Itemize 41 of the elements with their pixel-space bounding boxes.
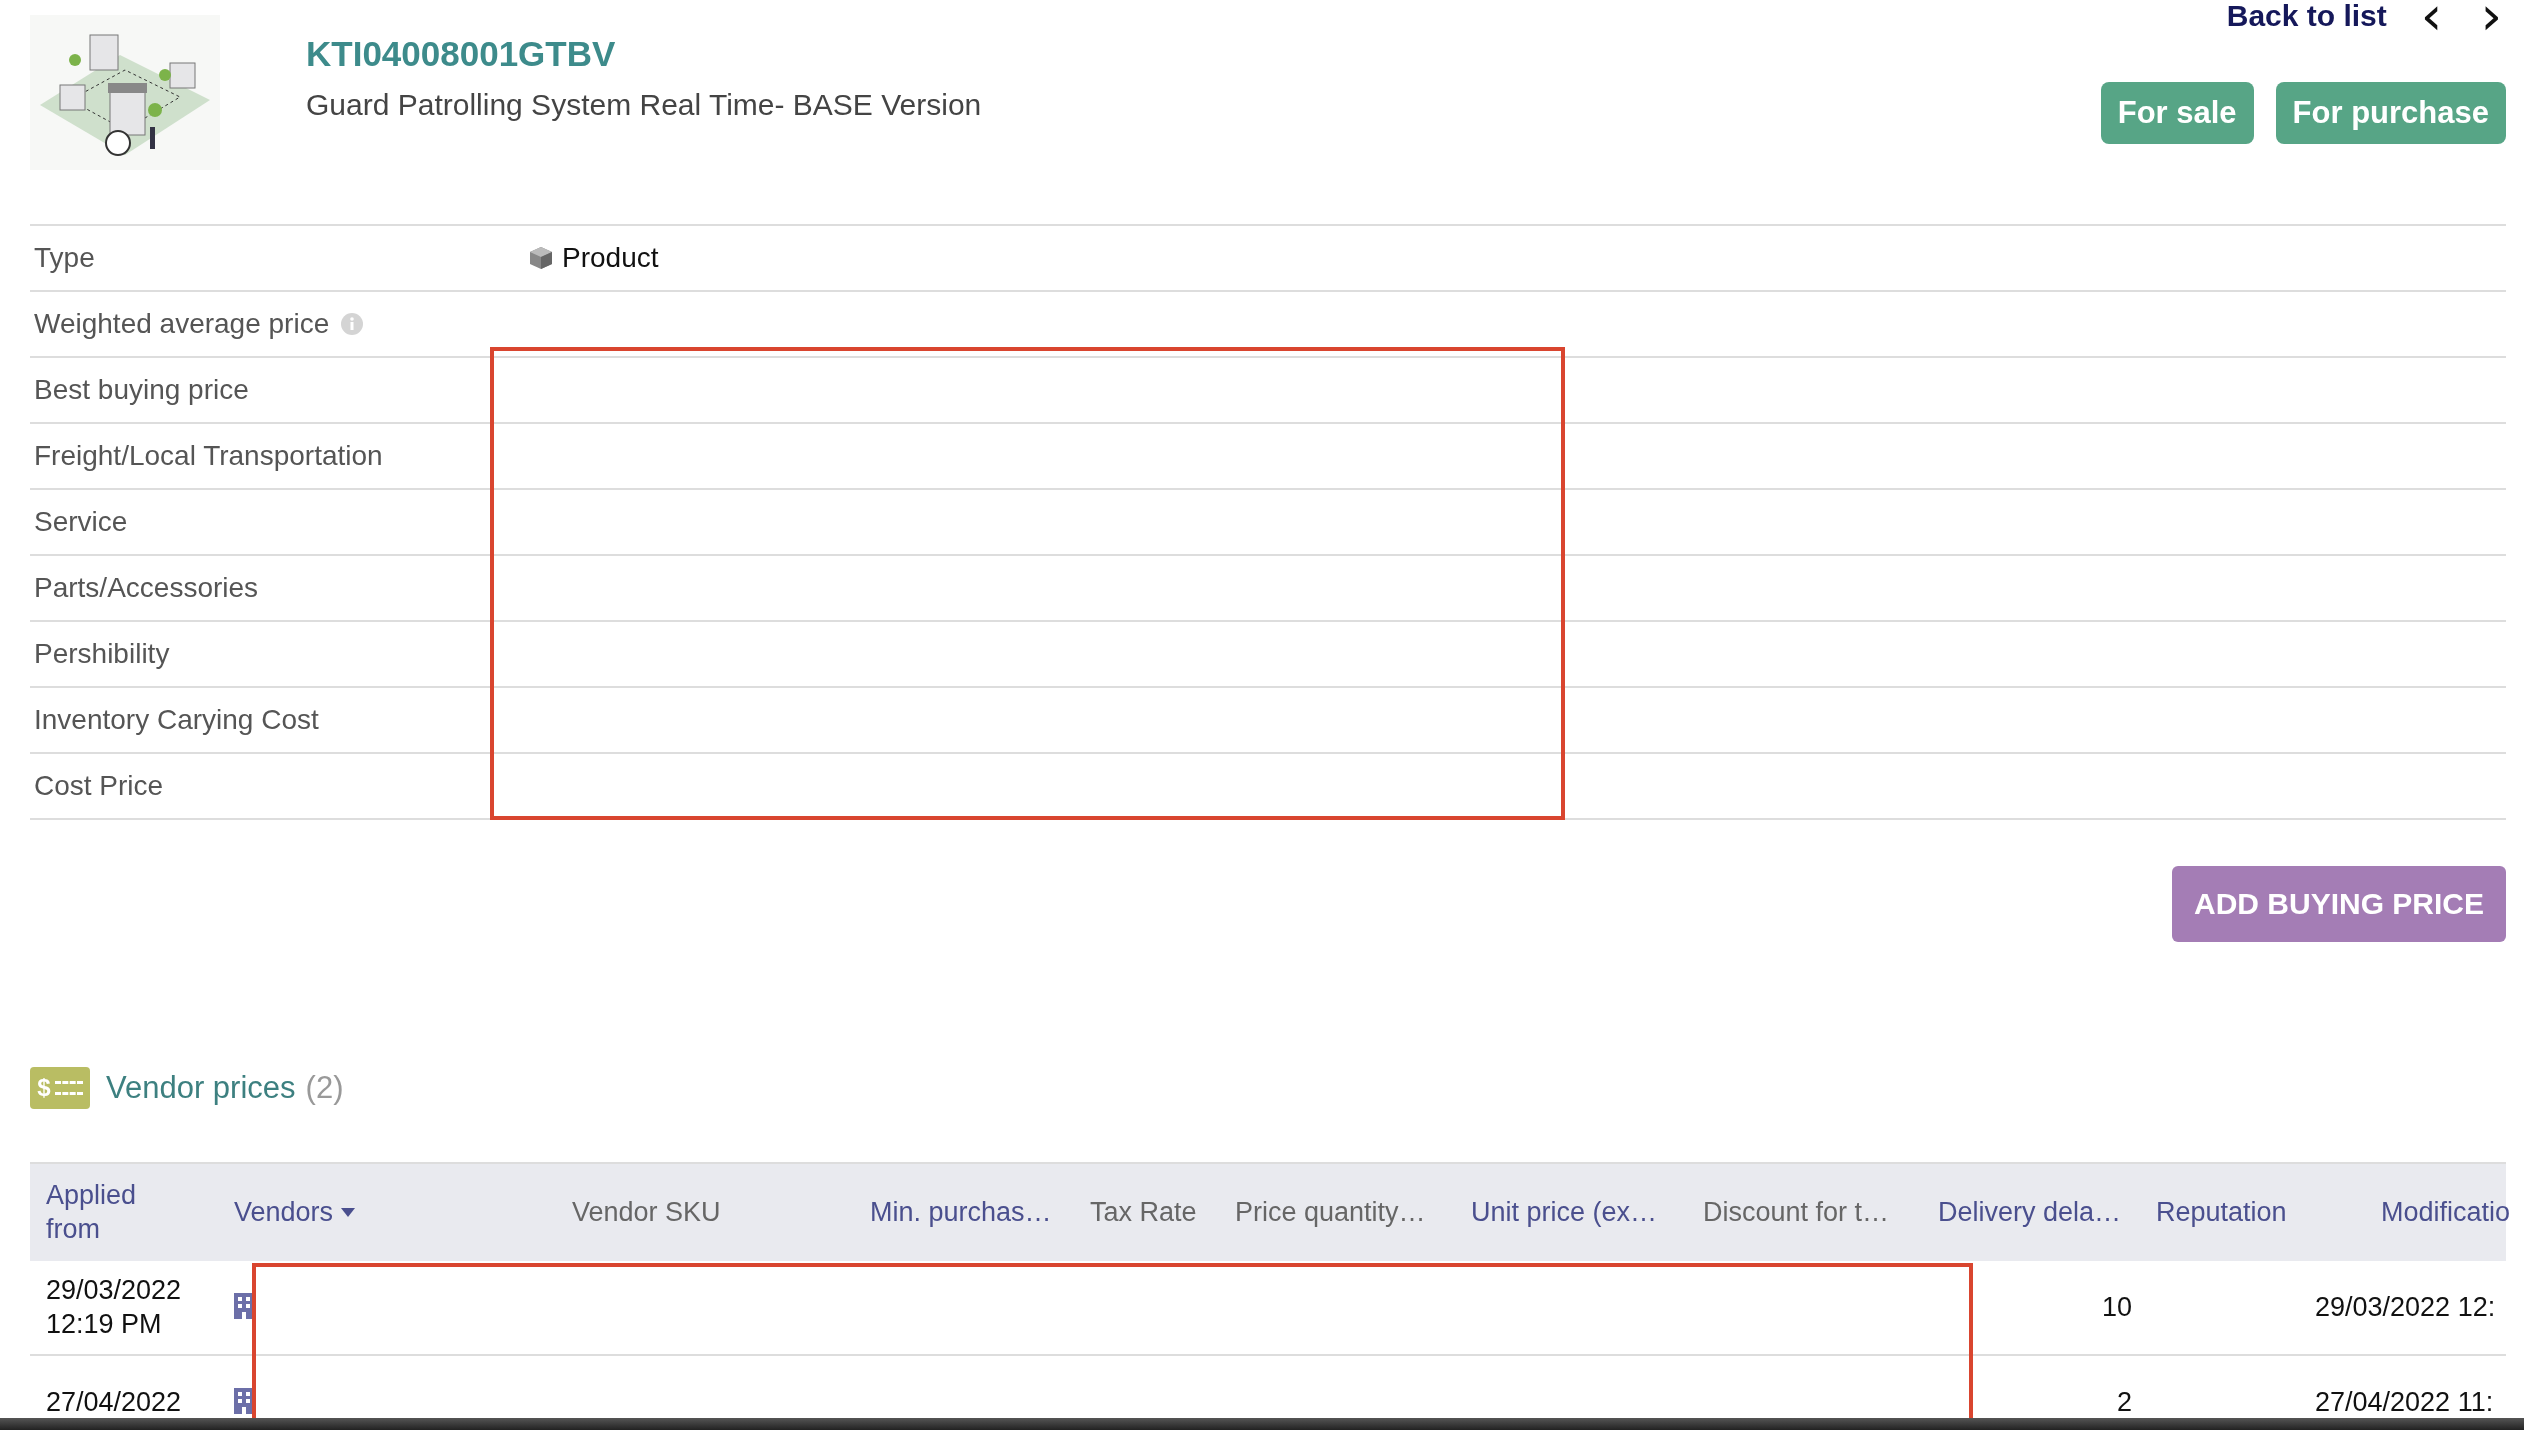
field-label: Inventory Carying Cost xyxy=(34,704,319,736)
field-label: Pershibility xyxy=(34,638,170,670)
record-count: (2) xyxy=(305,1070,344,1106)
field-label: Type xyxy=(34,242,95,274)
field-label: Service xyxy=(34,506,128,538)
cube-icon xyxy=(528,245,554,271)
caret-icon xyxy=(341,1208,356,1217)
column-header[interactable]: Unit price (ex… xyxy=(1455,1197,1687,1228)
previous-button[interactable]: ‹ xyxy=(2416,0,2447,34)
field-label: Cost Price xyxy=(34,770,164,802)
building-icon xyxy=(234,1292,254,1319)
table-cell-text: 27/04/2022 11: xyxy=(2315,1387,2495,1418)
column-header[interactable]: Modificatio xyxy=(2365,1197,2511,1228)
table-cell-text: 2 xyxy=(2115,1387,2133,1418)
building-icon xyxy=(234,1387,254,1414)
section-title[interactable]: Vendor prices xyxy=(106,1070,296,1106)
product-code: KTI04008001GTBV xyxy=(306,34,617,74)
table-cell-text: 29/03/2022 12:19 PM xyxy=(45,1273,183,1341)
column-header[interactable]: Applied from xyxy=(30,1178,166,1247)
column-header[interactable]: Min. purchas… xyxy=(854,1197,1074,1228)
column-header[interactable]: Tax Rate xyxy=(1074,1197,1219,1228)
table-cell-text: 10 xyxy=(2100,1292,2133,1323)
table-cell-text: 27/04/2022 xyxy=(45,1385,183,1419)
add-buying-price-button[interactable]: ADD BUYING PRICE xyxy=(2171,866,2506,942)
column-header[interactable]: Discount for t… xyxy=(1687,1197,1922,1228)
back-to-list-link[interactable]: Back to list xyxy=(2226,0,2387,33)
field-label: Freight/Local Transportation xyxy=(34,440,383,472)
next-button[interactable]: › xyxy=(2476,0,2506,34)
info-icon xyxy=(341,313,364,335)
column-header[interactable]: Vendors xyxy=(218,1197,548,1228)
table-cell-text: 29/03/2022 12: xyxy=(2315,1292,2497,1323)
field-label: Weighted average price xyxy=(34,308,330,340)
field-label: Best buying price xyxy=(34,374,249,406)
field-value: Product xyxy=(562,242,659,274)
column-header[interactable]: Reputation xyxy=(2140,1197,2365,1228)
column-header[interactable]: Vendor SKU xyxy=(548,1197,854,1228)
column-header[interactable]: Price quantity… xyxy=(1219,1197,1455,1228)
product-name: Guard Patrolling System Real Time- BASE Version xyxy=(306,88,983,122)
column-header[interactable]: Delivery dela… xyxy=(1922,1197,2140,1228)
price-list-icon: $ xyxy=(30,1067,90,1109)
field-label: Parts/Accessories xyxy=(34,572,259,604)
